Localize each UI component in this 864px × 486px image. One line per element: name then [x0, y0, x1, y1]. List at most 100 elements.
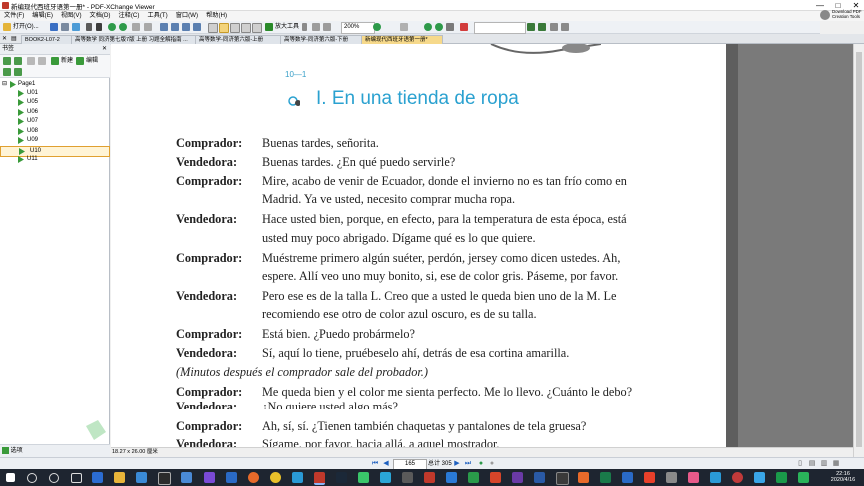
- zoom-go-icon[interactable]: [373, 23, 381, 31]
- menu-view[interactable]: 视图(V): [61, 11, 82, 21]
- menu-edit[interactable]: 编辑(E): [32, 11, 53, 21]
- app-icon-wechat-work[interactable]: [798, 472, 809, 483]
- continuous-view-icon[interactable]: ▤: [808, 460, 816, 468]
- single-page-view-icon[interactable]: ▯: [796, 460, 804, 468]
- qq-icon[interactable]: [292, 472, 303, 483]
- bookmarks-options[interactable]: 选项: [0, 444, 110, 457]
- next-page-button[interactable]: ▶: [453, 460, 461, 468]
- matlab-icon[interactable]: [578, 472, 589, 483]
- chrome-icon[interactable]: [270, 472, 281, 483]
- bookmark-up-icon[interactable]: [3, 68, 11, 76]
- menu-comment[interactable]: 注释(C): [119, 11, 140, 21]
- go-forward-button[interactable]: ●: [488, 460, 496, 468]
- rotate-icon[interactable]: [252, 23, 262, 33]
- outlook-icon[interactable]: [534, 472, 545, 483]
- vertical-scrollbar[interactable]: [853, 44, 864, 457]
- tree-item-u05[interactable]: U05: [0, 98, 108, 107]
- foxmail-icon[interactable]: [380, 472, 391, 483]
- vscode-icon[interactable]: [226, 472, 237, 483]
- zoom-dropdown-icon[interactable]: [302, 23, 307, 31]
- horizontal-scrollbar[interactable]: [111, 447, 853, 457]
- netease-music-icon[interactable]: [424, 472, 435, 483]
- document-viewport[interactable]: 10—1 I. En una tienda de ropa Comprador:…: [111, 44, 853, 457]
- expand-icon[interactable]: [3, 57, 11, 65]
- first-page-icon[interactable]: [160, 23, 168, 31]
- app-icon-record[interactable]: [732, 472, 743, 483]
- start-icon[interactable]: [6, 473, 15, 482]
- collapse-toggle-icon[interactable]: ⊟: [2, 80, 7, 89]
- app-icon-gray[interactable]: [666, 472, 677, 483]
- calculator-icon[interactable]: [158, 472, 171, 485]
- tab-menu-icon[interactable]: ▤: [11, 36, 17, 43]
- zoom-in-icon[interactable]: [323, 23, 331, 31]
- single-page-icon[interactable]: [208, 23, 218, 33]
- facing-view-icon[interactable]: ▥: [820, 460, 828, 468]
- new-bookmark-button[interactable]: 新建: [61, 57, 73, 65]
- open-button[interactable]: 打开(O)...: [13, 23, 39, 32]
- zoom-level-select[interactable]: 200%: [341, 22, 375, 34]
- firefox-icon[interactable]: [248, 472, 259, 483]
- powerpoint-icon[interactable]: [490, 472, 501, 483]
- next-page-icon[interactable]: [182, 23, 190, 31]
- find-options-icon[interactable]: [538, 23, 546, 31]
- settings-icon[interactable]: [561, 23, 569, 31]
- tree-item-u01[interactable]: U01: [0, 89, 108, 98]
- search-forward-icon[interactable]: [435, 23, 443, 31]
- save-icon[interactable]: [50, 23, 58, 31]
- forward-icon[interactable]: [119, 23, 127, 31]
- edit-bookmark-icon[interactable]: [76, 57, 84, 65]
- back-icon[interactable]: [108, 23, 116, 31]
- onenote-icon[interactable]: [512, 472, 523, 483]
- previous-page-button[interactable]: ◀: [382, 460, 390, 468]
- zoom-out-icon[interactable]: [312, 23, 320, 31]
- store-icon[interactable]: [136, 472, 147, 483]
- facing-icon[interactable]: [241, 23, 251, 33]
- tree-item-u11[interactable]: U11: [0, 155, 108, 164]
- menu-window[interactable]: 窗口(W): [176, 11, 198, 21]
- first-page-button[interactable]: ⏮: [371, 460, 379, 468]
- app-icon-sky[interactable]: [754, 472, 765, 483]
- new-bookmark-icon[interactable]: [51, 57, 59, 65]
- email-icon[interactable]: [72, 23, 80, 31]
- visual-studio-icon[interactable]: [204, 472, 215, 483]
- tools-icon[interactable]: [550, 23, 558, 31]
- app-icon-generic[interactable]: [402, 472, 413, 483]
- task-view-icon[interactable]: [71, 473, 82, 483]
- clock[interactable]: 22:16 2020/4/16: [826, 471, 860, 483]
- scrollbar-thumb[interactable]: [856, 52, 862, 447]
- zoom-tool-button[interactable]: 放大工具: [275, 23, 299, 32]
- select-text-icon[interactable]: [96, 23, 102, 31]
- file-explorer-icon[interactable]: [114, 472, 125, 483]
- tab-close-icon[interactable]: ✕: [2, 36, 7, 43]
- app-icon-green[interactable]: [600, 472, 611, 483]
- app-icon-red[interactable]: [644, 472, 655, 483]
- pdf-xchange-icon[interactable]: [314, 472, 325, 485]
- menu-file[interactable]: 文件(F): [4, 11, 24, 21]
- open-folder-icon[interactable]: [3, 23, 11, 31]
- menu-document[interactable]: 文档(D): [90, 11, 111, 21]
- go-back-button[interactable]: ●: [477, 460, 485, 468]
- previous-page-icon[interactable]: [171, 23, 179, 31]
- word-icon[interactable]: [446, 472, 457, 483]
- app-icon-cyan[interactable]: [710, 472, 721, 483]
- collapse-icon[interactable]: [14, 57, 22, 65]
- steam-icon[interactable]: [336, 472, 347, 483]
- properties-icon[interactable]: [38, 57, 46, 65]
- terminal-icon[interactable]: [556, 472, 569, 485]
- edit-bookmark-button[interactable]: 编辑: [86, 57, 98, 65]
- fit-width-icon[interactable]: [219, 23, 229, 33]
- mail-icon[interactable]: [181, 472, 192, 483]
- last-page-icon[interactable]: [193, 23, 201, 31]
- continuous-icon[interactable]: [230, 23, 240, 33]
- excel-icon[interactable]: [468, 472, 479, 483]
- delete-icon[interactable]: [27, 57, 35, 65]
- facing-continuous-view-icon[interactable]: ▦: [832, 460, 840, 468]
- print-icon[interactable]: [61, 23, 69, 31]
- stamp-icon[interactable]: [460, 23, 468, 31]
- search-back-icon[interactable]: [424, 23, 432, 31]
- app-icon-blue[interactable]: [622, 472, 633, 483]
- edge-icon[interactable]: [92, 472, 103, 483]
- menu-tools[interactable]: 工具(T): [147, 11, 167, 21]
- zoom-tool-icon[interactable]: [265, 23, 273, 31]
- tree-item-u09[interactable]: U09: [0, 136, 108, 145]
